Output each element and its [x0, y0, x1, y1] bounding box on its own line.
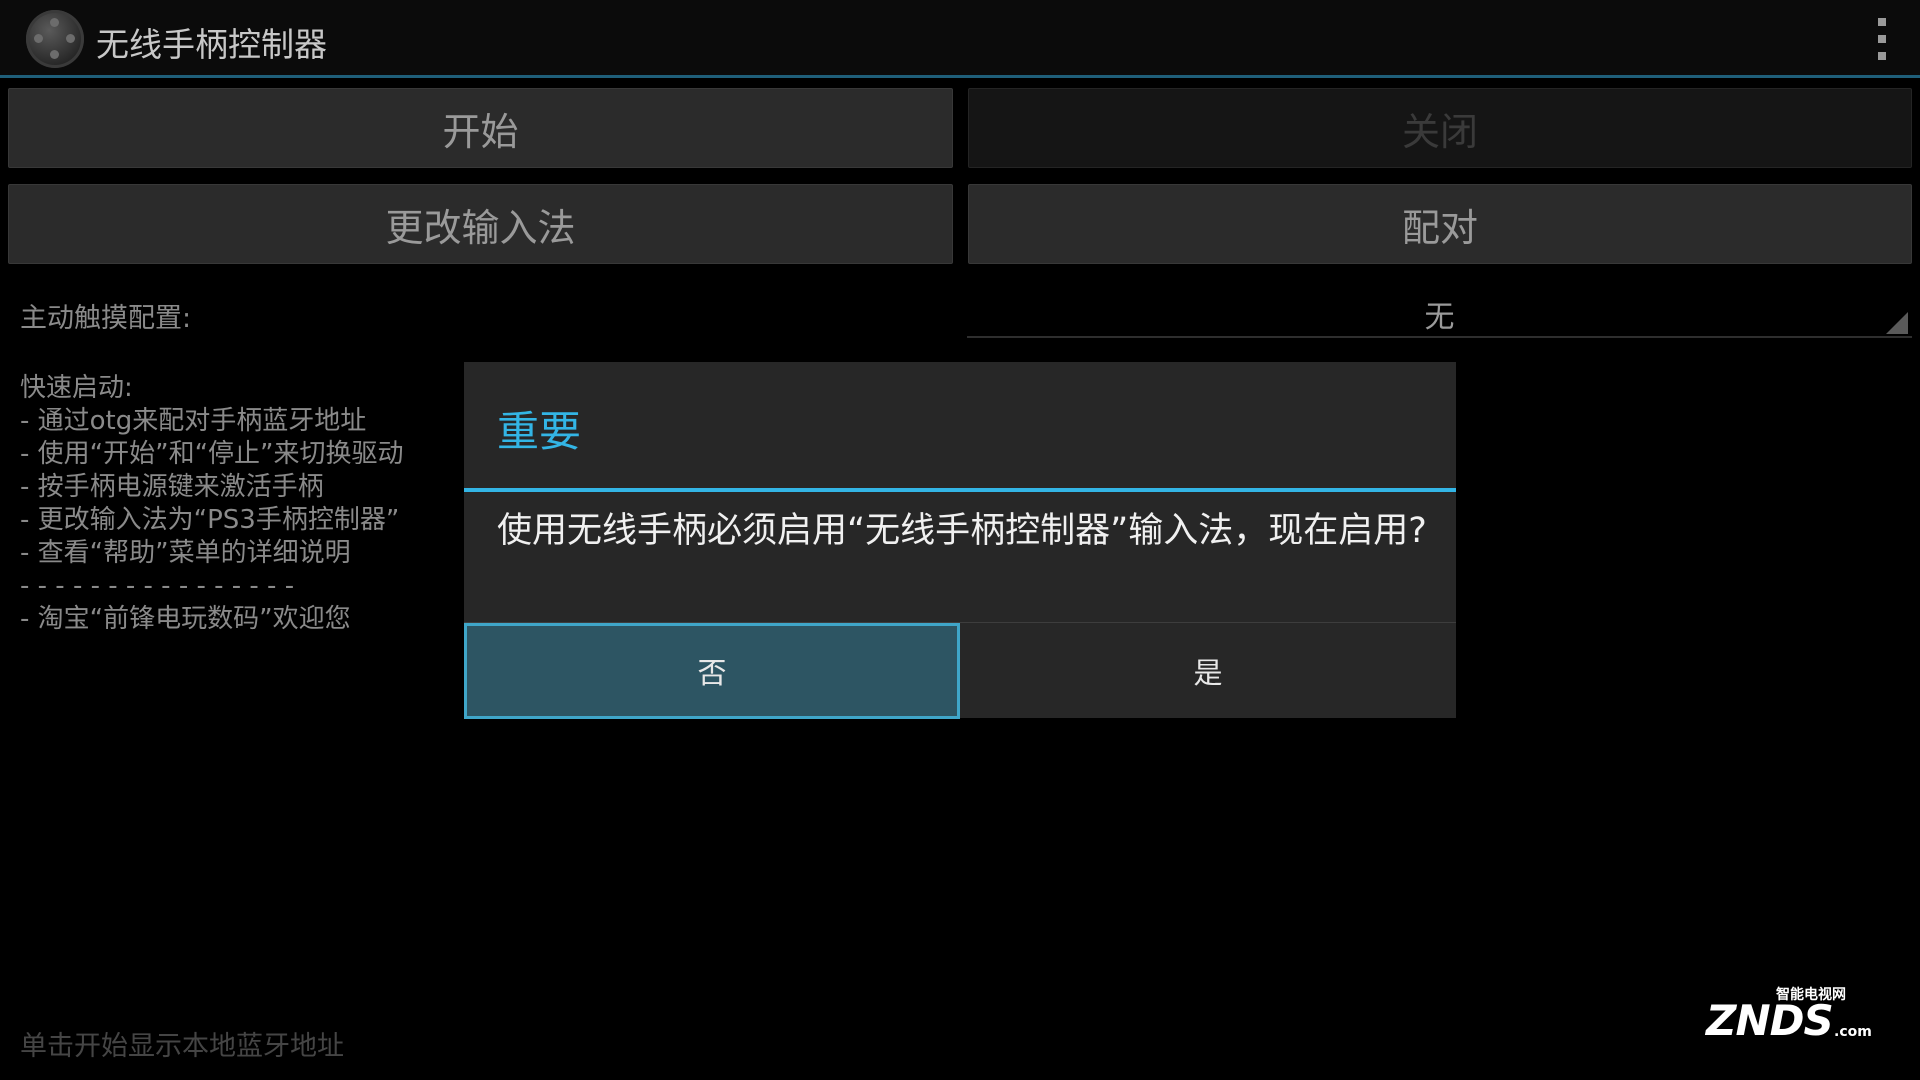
touch-config-spinner[interactable]: 无 — [967, 284, 1912, 338]
quick-start-line: - 查看“帮助”菜单的详细说明 — [20, 538, 351, 568]
action-bar: 无线手柄控制器 — [0, 0, 1920, 78]
quick-start-heading: 快速启动: — [20, 373, 133, 403]
dialog-title: 重要 — [497, 407, 582, 456]
touch-config-value: 无 — [1424, 300, 1455, 335]
dialog-title-divider — [464, 488, 1456, 492]
gamepad-app-icon — [26, 10, 84, 68]
bluetooth-hint: 单击开始显示本地蓝牙地址 — [20, 1031, 344, 1062]
quick-start-separator: - - - - - - - - - - - - - - - - — [20, 571, 295, 601]
quick-start-line: - 淘宝“前锋电玩数码”欢迎您 — [20, 604, 351, 634]
quick-start-section: 快速启动: - 通过otg来配对手柄蓝牙地址 - 使用“开始”和“停止”来切换驱… — [20, 372, 404, 636]
quick-start-line: - 通过otg来配对手柄蓝牙地址 — [20, 406, 367, 436]
dialog-yes-button[interactable]: 是 — [960, 623, 1456, 719]
quick-start-line: - 按手柄电源键来激活手柄 — [20, 472, 324, 502]
spinner-arrow-icon — [1886, 312, 1908, 334]
znds-watermark-logo: 智能电视网 ZNDS .com — [1706, 984, 1872, 1050]
close-button[interactable]: 关闭 — [968, 88, 1912, 168]
quick-start-line: - 使用“开始”和“停止”来切换驱动 — [20, 439, 404, 469]
pair-button[interactable]: 配对 — [968, 184, 1912, 264]
watermark-logo-text: ZNDS — [1706, 996, 1834, 1045]
dialog-button-bar: 否 是 — [464, 622, 1456, 719]
quick-start-line: - 更改输入法为“PS3手柄控制器” — [20, 505, 400, 535]
overflow-menu-icon[interactable] — [1874, 18, 1890, 60]
start-button[interactable]: 开始 — [8, 88, 953, 168]
dialog-no-button[interactable]: 否 — [464, 623, 960, 719]
watermark-suffix: .com — [1834, 1024, 1872, 1040]
dialog-message: 使用无线手柄必须启用“无线手柄控制器”输入法，现在启用? — [497, 511, 1427, 551]
app-title: 无线手柄控制器 — [96, 25, 327, 64]
change-input-method-button[interactable]: 更改输入法 — [8, 184, 953, 264]
important-dialog: 重要 使用无线手柄必须启用“无线手柄控制器”输入法，现在启用? 否 是 — [464, 362, 1456, 719]
touch-config-label: 主动触摸配置: — [20, 303, 192, 334]
